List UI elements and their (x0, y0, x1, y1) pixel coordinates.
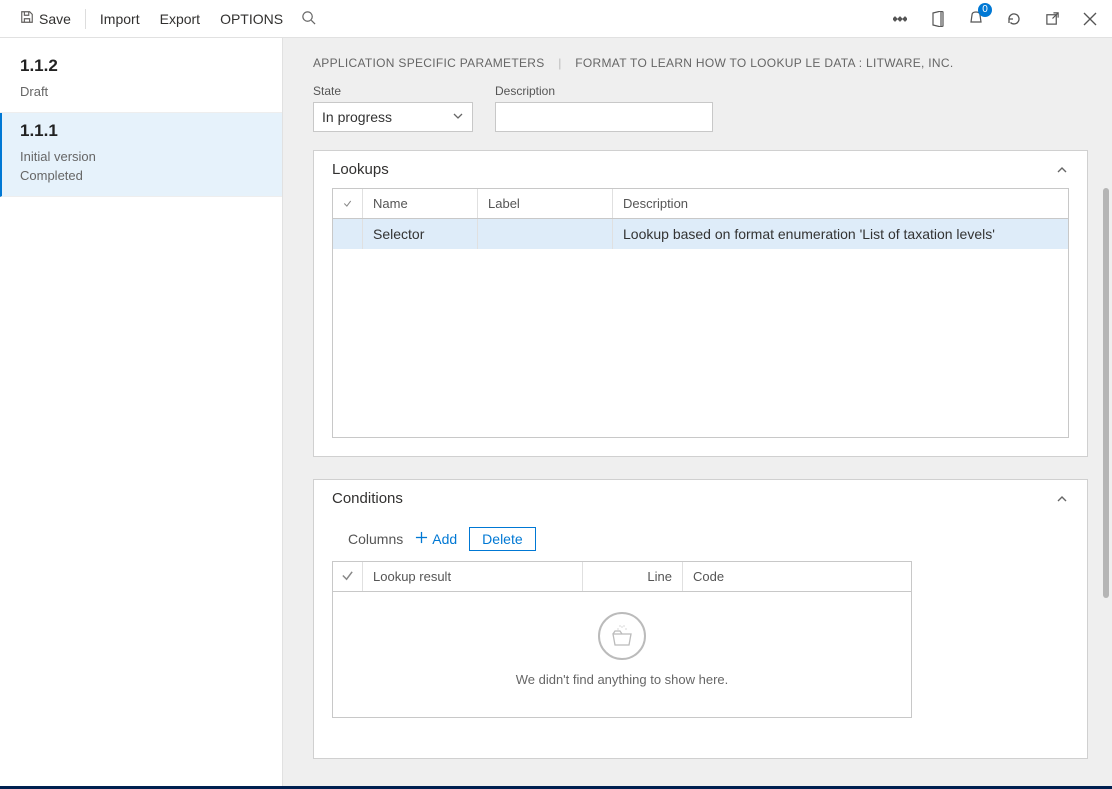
col-code[interactable]: Code (683, 562, 903, 591)
row-description: Lookup based on format enumeration 'List… (613, 219, 1068, 249)
breadcrumb-separator: | (558, 56, 561, 70)
options-button[interactable]: OPTIONS (210, 0, 293, 37)
col-line[interactable]: Line (583, 562, 683, 591)
columns-button[interactable]: Columns (348, 531, 403, 547)
plus-icon (415, 531, 428, 547)
col-description[interactable]: Description (613, 189, 1068, 218)
breadcrumb-part2: FORMAT TO LEARN HOW TO LOOKUP LE DATA : … (575, 56, 953, 70)
conditions-toolbar: Columns Add Delete (314, 517, 1087, 561)
col-name[interactable]: Name (363, 189, 478, 218)
lookups-row[interactable]: Selector Lookup based on format enumerat… (333, 219, 1068, 249)
description-group: Description (495, 84, 713, 132)
lookups-header[interactable]: Lookups (314, 151, 1087, 188)
conditions-header[interactable]: Conditions (314, 480, 1087, 517)
notifications-icon[interactable]: 0 (964, 7, 988, 31)
lookups-panel: Lookups Name Label Description (313, 150, 1088, 457)
select-all-column[interactable] (333, 562, 363, 591)
top-toolbar: Save Import Export OPTIONS 0 (0, 0, 1112, 38)
version-status: Draft (20, 82, 262, 102)
close-icon[interactable] (1078, 7, 1102, 31)
chevron-up-icon (1055, 163, 1069, 177)
add-label: Add (432, 531, 457, 547)
delete-button[interactable]: Delete (469, 527, 535, 551)
scrollbar[interactable] (1103, 188, 1109, 598)
export-label: Export (160, 11, 200, 27)
separator (85, 9, 86, 29)
row-select[interactable] (333, 219, 363, 249)
version-desc: Initial version (20, 147, 262, 167)
row-name: Selector (363, 219, 478, 249)
col-label[interactable]: Label (478, 189, 613, 218)
state-dropdown[interactable]: In progress (313, 102, 473, 132)
toolbar-right: 0 (888, 7, 1102, 31)
chevron-down-icon (452, 109, 464, 125)
select-all-column[interactable] (333, 189, 363, 218)
lookups-grid-header: Name Label Description (333, 189, 1068, 219)
search-button[interactable] (293, 0, 324, 37)
main-panel: APPLICATION SPECIFIC PARAMETERS | FORMAT… (283, 38, 1112, 789)
version-status: Completed (20, 166, 262, 186)
content-area: 1.1.2 Draft 1.1.1 Initial version Comple… (0, 38, 1112, 789)
empty-message: We didn't find anything to show here. (333, 672, 911, 687)
state-group: State In progress (313, 84, 473, 132)
breadcrumb-part1: APPLICATION SPECIFIC PARAMETERS (313, 56, 545, 70)
state-value: In progress (322, 109, 392, 125)
lookups-grid: Name Label Description Selector Lookup b… (332, 188, 1069, 438)
apps-icon[interactable] (888, 7, 912, 31)
notification-badge: 0 (978, 3, 992, 17)
save-button[interactable]: Save (10, 0, 81, 37)
refresh-icon[interactable] (1002, 7, 1026, 31)
save-icon (20, 10, 34, 27)
import-button[interactable]: Import (90, 0, 150, 37)
version-item-active[interactable]: 1.1.1 Initial version Completed (0, 113, 282, 197)
conditions-panel: Conditions Columns Add Delete (313, 479, 1088, 759)
version-title: 1.1.1 (20, 121, 262, 141)
conditions-grid-header: Lookup result Line Code (333, 562, 911, 592)
conditions-grid: Lookup result Line Code We didn't find a… (332, 561, 912, 718)
empty-folder-icon (598, 612, 646, 660)
version-title: 1.1.2 (20, 56, 262, 76)
save-label: Save (39, 11, 71, 27)
col-lookup-result[interactable]: Lookup result (363, 562, 583, 591)
row-label (478, 219, 613, 249)
chevron-up-icon (1055, 492, 1069, 506)
version-item[interactable]: 1.1.2 Draft (0, 48, 282, 113)
add-button[interactable]: Add (415, 531, 457, 547)
form-row: State In progress Description (313, 84, 1088, 132)
import-label: Import (100, 11, 140, 27)
options-label: OPTIONS (220, 11, 283, 27)
office-icon[interactable] (926, 7, 950, 31)
breadcrumb: APPLICATION SPECIFIC PARAMETERS | FORMAT… (313, 56, 1088, 70)
description-input[interactable] (495, 102, 713, 132)
search-icon (301, 10, 316, 28)
version-sidebar: 1.1.2 Draft 1.1.1 Initial version Comple… (0, 38, 283, 789)
popout-icon[interactable] (1040, 7, 1064, 31)
export-button[interactable]: Export (150, 0, 210, 37)
lookups-title: Lookups (332, 161, 389, 178)
description-label: Description (495, 84, 713, 98)
conditions-title: Conditions (332, 490, 403, 507)
empty-state: We didn't find anything to show here. (333, 592, 911, 717)
state-label: State (313, 84, 473, 98)
